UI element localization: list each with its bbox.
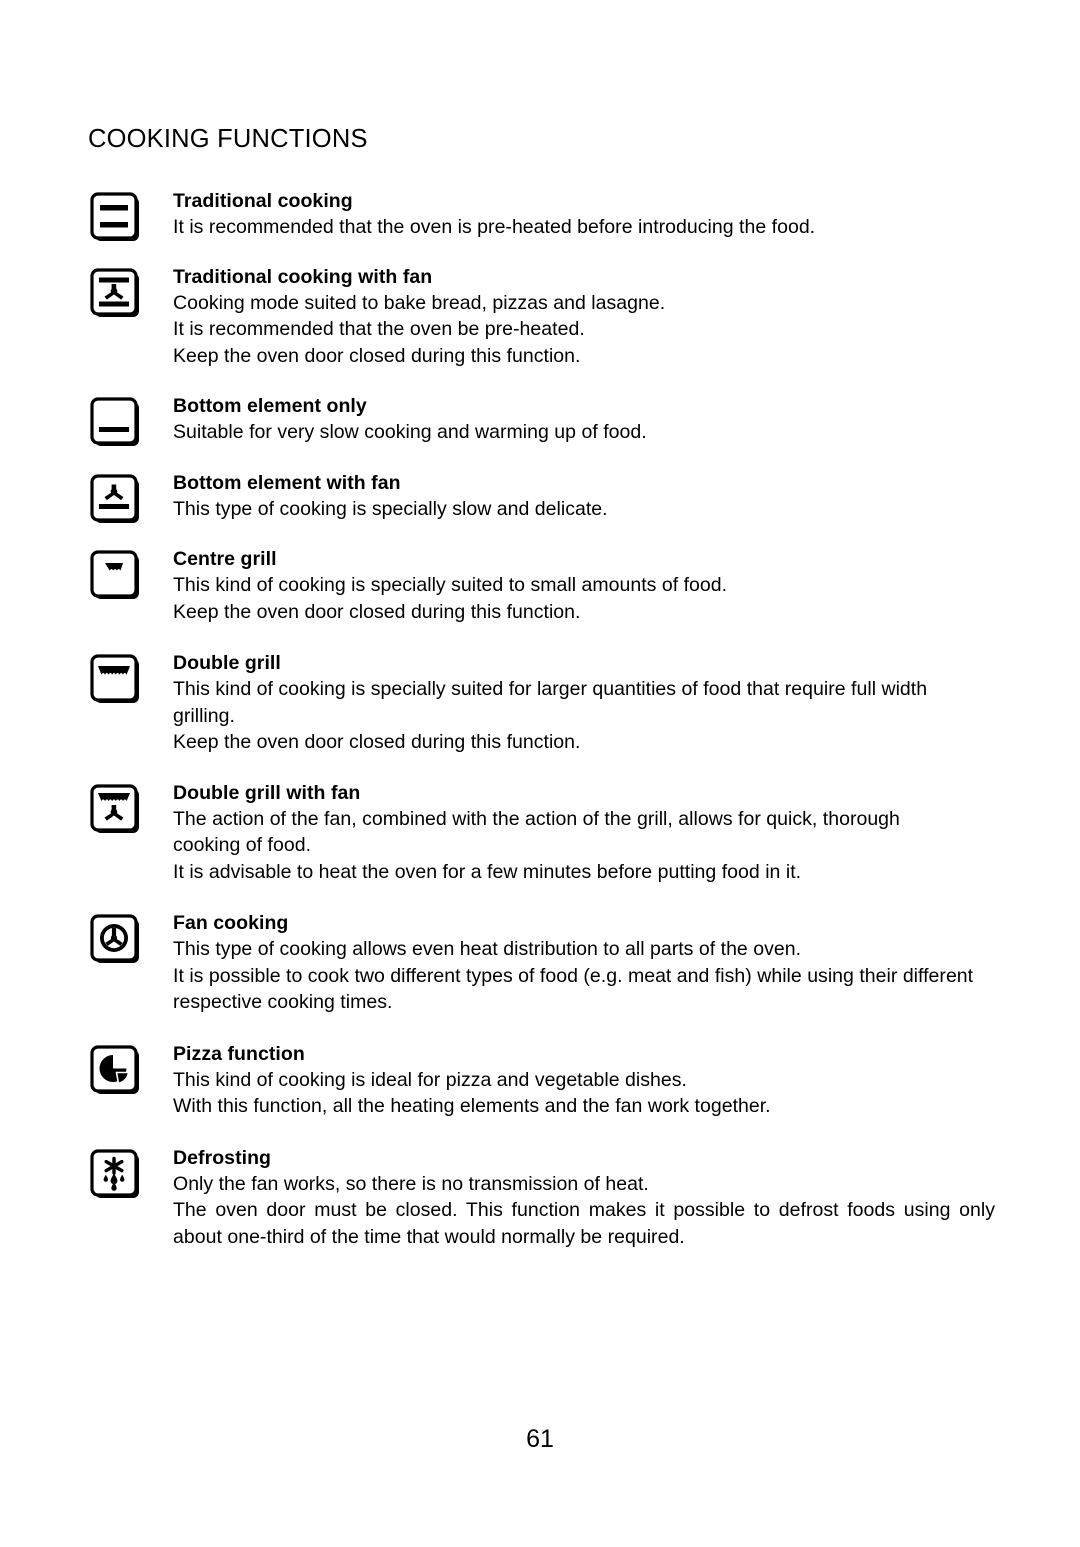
- description-line: Cooking mode suited to bake bread, pizza…: [173, 291, 666, 314]
- function-title: Double grill with fan: [173, 781, 361, 804]
- function-description: This kind of cooking is specially suited…: [173, 572, 1020, 625]
- function-description: This kind of cooking is ideal for pizza …: [173, 1067, 1020, 1120]
- function-title: Traditional cooking with fan: [173, 265, 433, 288]
- function-description: Only the fan works, so there is no trans…: [173, 1171, 995, 1251]
- function-entry-defrosting: Defrosting Only the fan works, so there …: [0, 1145, 1080, 1251]
- description-line: Keep the oven door closed during this fu…: [173, 344, 581, 367]
- function-title: Centre grill: [173, 548, 277, 570]
- oven-bottom-element-icon: [90, 397, 142, 449]
- function-entry-traditional-cooking-with-fan: Traditional cooking with fan Cooking mod…: [0, 264, 1080, 370]
- oven-double-grill-with-fan-icon: [90, 783, 142, 836]
- function-description: This kind of cooking is specially suited…: [173, 676, 992, 756]
- oven-top-and-bottom-element-icon: [90, 192, 142, 244]
- page-number: 61: [526, 1425, 554, 1453]
- function-title: Bottom element with fan: [173, 471, 401, 494]
- page-title: COOKING FUNCTIONS: [88, 125, 368, 154]
- cooking-functions-list: Traditional cooking It is recommended th…: [0, 188, 1080, 1250]
- oven-bottom-element-with-fan-icon: [90, 473, 142, 526]
- function-description: This type of cooking allows even heat di…: [173, 936, 992, 1016]
- function-entry-traditional-cooking: Traditional cooking It is recommended th…: [0, 188, 1080, 241]
- function-entry-centre-grill: Centre grill This kind of cooking is spe…: [0, 546, 1080, 625]
- oven-fan-cooking-icon: [90, 914, 142, 966]
- description-line: This kind of cooking is ideal for pizza …: [173, 1068, 687, 1091]
- function-title: Bottom element only: [173, 395, 367, 417]
- description-line: Keep the oven door closed during this fu…: [173, 600, 581, 623]
- function-description: Suitable for very slow cooking and warmi…: [173, 419, 1020, 446]
- description-line: With this function, all the heating elem…: [173, 1095, 771, 1117]
- function-entry-pizza-function: Pizza function This kind of cooking is i…: [0, 1041, 1080, 1120]
- description-line: It is recommended that the oven is pre-h…: [173, 216, 816, 238]
- description-line: This type of cooking allows even heat di…: [173, 938, 802, 960]
- oven-defrosting-icon: [90, 1148, 142, 1201]
- description-line: Keep the oven door closed during this fu…: [173, 731, 581, 753]
- description-line: This kind of cooking is specially suited…: [173, 574, 728, 596]
- description-line: It is possible to cook two different typ…: [173, 964, 974, 1014]
- description-line: Suitable for very slow cooking and warmi…: [173, 421, 647, 443]
- description-line: This kind of cooking is specially suited…: [173, 678, 928, 727]
- function-title: Double grill: [173, 652, 281, 674]
- function-entry-bottom-element-with-fan: Bottom element with fan This type of coo…: [0, 470, 1080, 523]
- description-line: The action of the fan, combined with the…: [173, 807, 900, 857]
- function-title: Pizza function: [173, 1042, 305, 1065]
- description-line: It is advisable to heat the oven for a f…: [173, 860, 802, 883]
- function-entry-double-grill: Double grill This kind of cooking is spe…: [0, 650, 1080, 756]
- oven-centre-grill-icon: [90, 550, 142, 602]
- description-line: This type of cooking is specially slow a…: [173, 497, 608, 520]
- function-description: The action of the fan, combined with the…: [173, 806, 925, 886]
- function-entry-fan-cooking: Fan cooking This type of cooking allows …: [0, 910, 1080, 1016]
- description-line: Only the fan works, so there is no trans…: [173, 1172, 649, 1195]
- function-description: Cooking mode suited to bake bread, pizza…: [173, 290, 1020, 370]
- function-description: This type of cooking is specially slow a…: [173, 496, 1020, 523]
- function-entry-double-grill-with-fan: Double grill with fan The action of the …: [0, 780, 1080, 886]
- oven-top-and-bottom-element-with-fan-icon: [90, 267, 142, 320]
- function-description: It is recommended that the oven is pre-h…: [173, 214, 1020, 241]
- oven-double-grill-icon: [90, 654, 142, 706]
- function-title: Fan cooking: [173, 912, 289, 934]
- description-line: It is recommended that the oven be pre-h…: [173, 318, 585, 340]
- oven-pizza-function-icon: [90, 1044, 142, 1097]
- function-title: Defrosting: [173, 1146, 271, 1169]
- function-entry-bottom-element-only: Bottom element only Suitable for very sl…: [0, 393, 1080, 446]
- description-line: The oven door must be closed. This funct…: [173, 1199, 995, 1248]
- function-title: Traditional cooking: [173, 190, 353, 212]
- document-page: COOKING FUNCTIONS Traditional cooking It…: [0, 0, 1080, 1547]
